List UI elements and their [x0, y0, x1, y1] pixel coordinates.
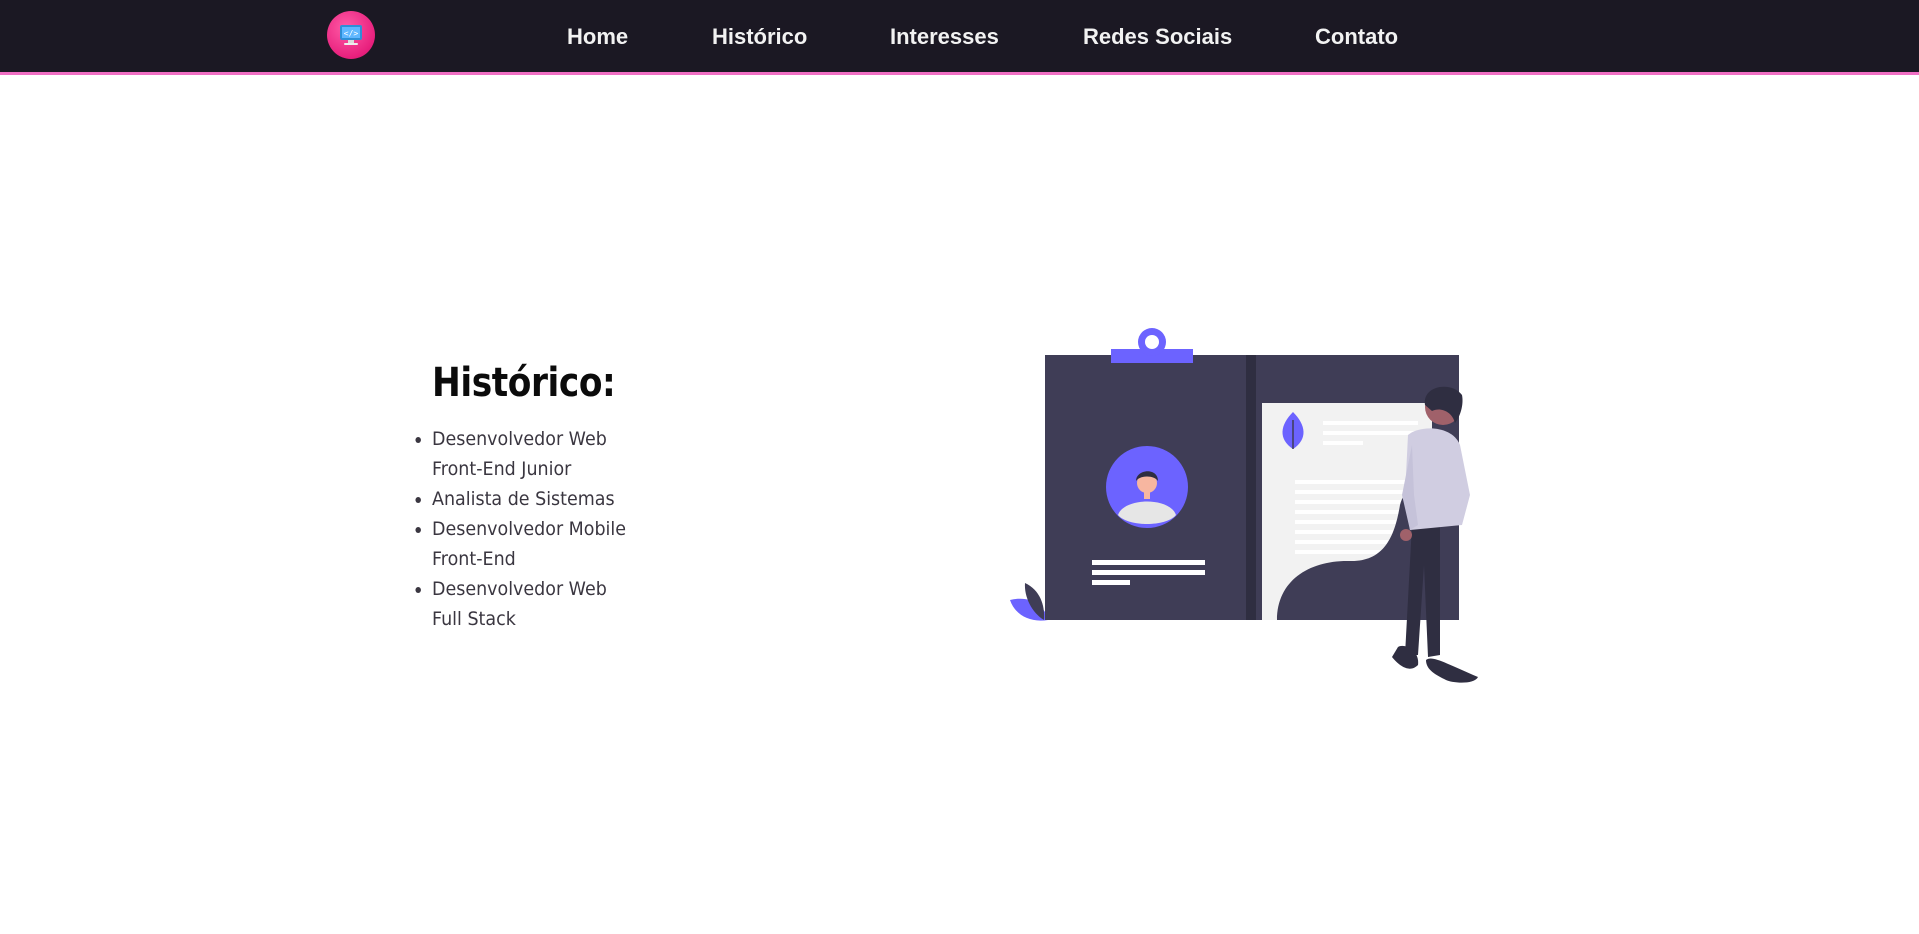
history-section: Histórico: Desenvolvedor Web Front-End J…	[408, 360, 728, 634]
resume-illustration	[1000, 325, 1500, 695]
history-item: Desenvolvedor Web Full Stack	[432, 574, 634, 634]
nav-historico-link[interactable]: Histórico	[712, 24, 807, 50]
nav-interesses-link[interactable]: Interesses	[890, 24, 999, 50]
history-list: Desenvolvedor Web Front-End Junior Anali…	[408, 424, 728, 634]
nav-home-link[interactable]: Home	[567, 24, 628, 50]
nav-redes-sociais-link[interactable]: Redes Sociais	[1083, 24, 1232, 50]
page-title: Histórico:	[432, 360, 616, 406]
history-item: Desenvolvedor Mobile Front-End	[432, 514, 634, 574]
history-item: Desenvolvedor Web Front-End Junior	[432, 424, 634, 484]
top-navbar: </> Home Histórico Interesses Redes Soci…	[0, 0, 1919, 75]
nav-contato-link[interactable]: Contato	[1315, 24, 1398, 50]
resume-illustration-svg	[1010, 328, 1478, 683]
history-item: Analista de Sistemas	[432, 484, 634, 514]
main-nav: Home Histórico Interesses Redes Sociais …	[0, 0, 1919, 72]
